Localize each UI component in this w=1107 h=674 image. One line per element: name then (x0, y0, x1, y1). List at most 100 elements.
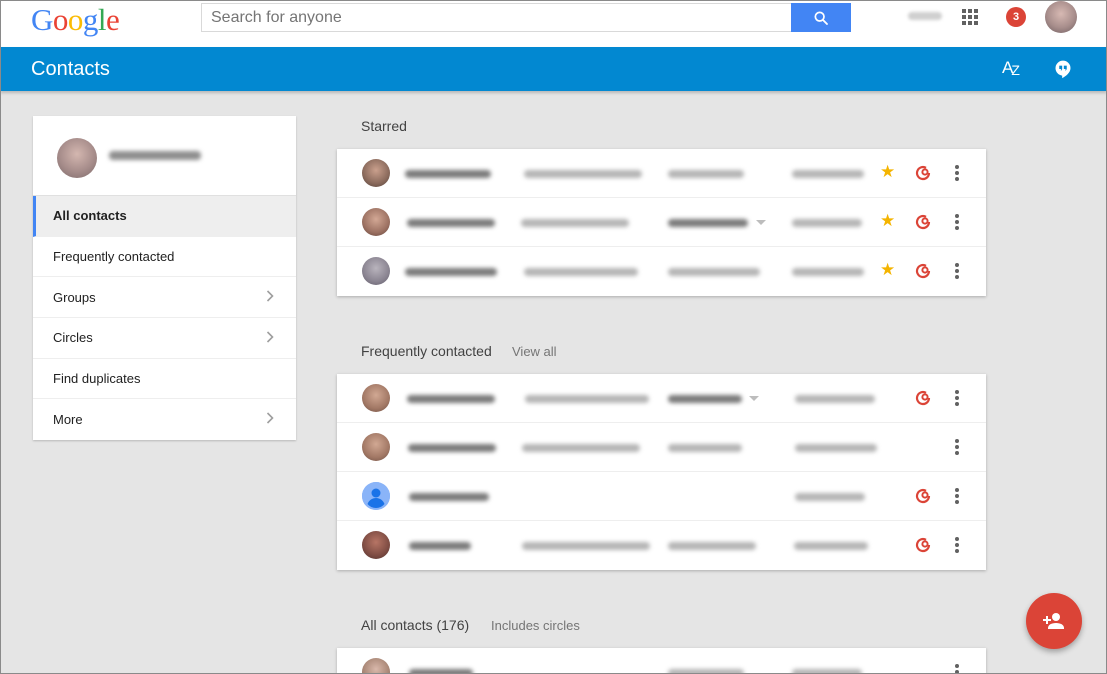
star-icon[interactable]: ★ (880, 212, 895, 229)
contact-detail-blurred (795, 493, 865, 501)
apps-grid-icon[interactable] (962, 9, 978, 25)
contact-phone-blurred (668, 170, 744, 178)
contact-name-blurred (408, 444, 496, 452)
contact-email-blurred (524, 170, 642, 178)
avatar (362, 433, 390, 461)
contact-row[interactable] (337, 374, 986, 423)
search-input[interactable] (201, 3, 792, 32)
section-title-starred: Starred (361, 118, 407, 134)
contact-email-blurred (522, 444, 640, 452)
google-plus-circle-icon[interactable] (914, 164, 932, 182)
default-avatar-icon (362, 482, 390, 510)
account-name-blurred[interactable] (908, 12, 942, 20)
frequent-card (337, 374, 986, 570)
contact-phone-blurred (668, 395, 742, 403)
search-bar (201, 3, 851, 32)
add-contact-button[interactable] (1026, 593, 1082, 649)
contact-row[interactable] (337, 472, 986, 521)
person-add-icon (1043, 613, 1064, 629)
contact-email-blurred (525, 395, 649, 403)
contact-name-blurred (409, 542, 471, 550)
google-plus-circle-icon[interactable] (914, 389, 932, 407)
avatar (362, 531, 390, 559)
profile-avatar (57, 138, 97, 178)
contact-name-blurred (405, 268, 497, 276)
google-logo[interactable]: Google (31, 2, 120, 38)
sidebar-item-all-contacts[interactable]: All contacts (33, 196, 296, 237)
more-vert-icon[interactable] (955, 390, 959, 406)
account-avatar[interactable] (1045, 1, 1077, 33)
contact-detail-blurred (795, 444, 877, 452)
contact-row[interactable]: ★ (337, 149, 986, 198)
all-contacts-card (337, 648, 986, 674)
contact-row[interactable]: ★ (337, 198, 986, 247)
more-vert-icon[interactable] (955, 664, 959, 674)
star-icon[interactable]: ★ (880, 163, 895, 180)
sidebar-item-label: Circles (53, 330, 93, 346)
section-subtitle-circles: Includes circles (491, 618, 580, 633)
sidebar-item-groups[interactable]: Groups (33, 277, 296, 319)
google-plus-circle-icon[interactable] (914, 213, 932, 231)
sidebar-item-label: Find duplicates (53, 371, 141, 387)
view-all-link[interactable]: View all (512, 344, 557, 359)
more-vert-icon[interactable] (955, 165, 959, 181)
contact-detail-blurred (792, 170, 864, 178)
contact-row[interactable] (337, 423, 986, 472)
contact-phone-blurred (668, 444, 742, 452)
chevron-right-icon (266, 290, 274, 302)
search-button[interactable] (791, 3, 851, 32)
az-sort-icon[interactable]: AZ (1002, 58, 1020, 78)
sidebar-profile[interactable] (33, 116, 296, 196)
notifications-badge[interactable]: 3 (1006, 7, 1026, 27)
contact-name-blurred (409, 669, 473, 674)
sidebar-item-frequently-contacted[interactable]: Frequently contacted (33, 237, 296, 278)
profile-name-blurred (109, 151, 201, 160)
sidebar: All contacts Frequently contacted Groups… (33, 116, 296, 440)
contact-email-blurred (524, 268, 638, 276)
page-title: Contacts (31, 58, 110, 80)
chevron-right-icon (266, 331, 274, 343)
contact-phone-blurred (668, 669, 744, 674)
caret-down-icon[interactable] (756, 220, 766, 225)
caret-down-icon[interactable] (749, 396, 759, 401)
avatar (362, 658, 390, 674)
contact-row[interactable] (337, 521, 986, 570)
avatar (362, 208, 390, 236)
contact-name-blurred (407, 395, 495, 403)
sidebar-item-more[interactable]: More (33, 399, 296, 440)
contact-phone-blurred (668, 219, 748, 227)
contact-email-blurred (521, 219, 629, 227)
more-vert-icon[interactable] (955, 537, 959, 553)
google-plus-circle-icon[interactable] (914, 262, 932, 280)
contact-detail-blurred (792, 669, 862, 674)
contact-detail-blurred (792, 219, 862, 227)
google-plus-circle-icon[interactable] (914, 536, 932, 554)
app-header: Contacts AZ (0, 47, 1107, 91)
contact-phone-blurred (668, 542, 756, 550)
more-vert-icon[interactable] (955, 488, 959, 504)
google-plus-circle-icon[interactable] (914, 487, 932, 505)
contact-name-blurred (409, 493, 489, 501)
avatar (362, 384, 390, 412)
contact-detail-blurred (795, 395, 875, 403)
sidebar-item-circles[interactable]: Circles (33, 318, 296, 359)
contact-phone-blurred (668, 268, 760, 276)
more-vert-icon[interactable] (955, 263, 959, 279)
contact-detail-blurred (794, 542, 868, 550)
sidebar-item-label: All contacts (53, 208, 127, 224)
contact-row[interactable] (337, 648, 986, 674)
sidebar-item-find-duplicates[interactable]: Find duplicates (33, 359, 296, 400)
avatar (362, 257, 390, 285)
more-vert-icon[interactable] (955, 214, 959, 230)
chevron-right-icon (266, 412, 274, 425)
more-vert-icon[interactable] (955, 439, 959, 455)
sidebar-item-label: Frequently contacted (53, 249, 175, 265)
contact-row[interactable]: ★ (337, 247, 986, 296)
star-icon[interactable]: ★ (880, 261, 895, 278)
google-bar: Google 3 (0, 0, 1107, 47)
search-icon (814, 10, 828, 25)
section-title-frequent: Frequently contacted (361, 343, 492, 359)
contact-name-blurred (405, 170, 491, 178)
contact-name-blurred (407, 219, 495, 227)
hangouts-icon[interactable] (1053, 59, 1073, 79)
